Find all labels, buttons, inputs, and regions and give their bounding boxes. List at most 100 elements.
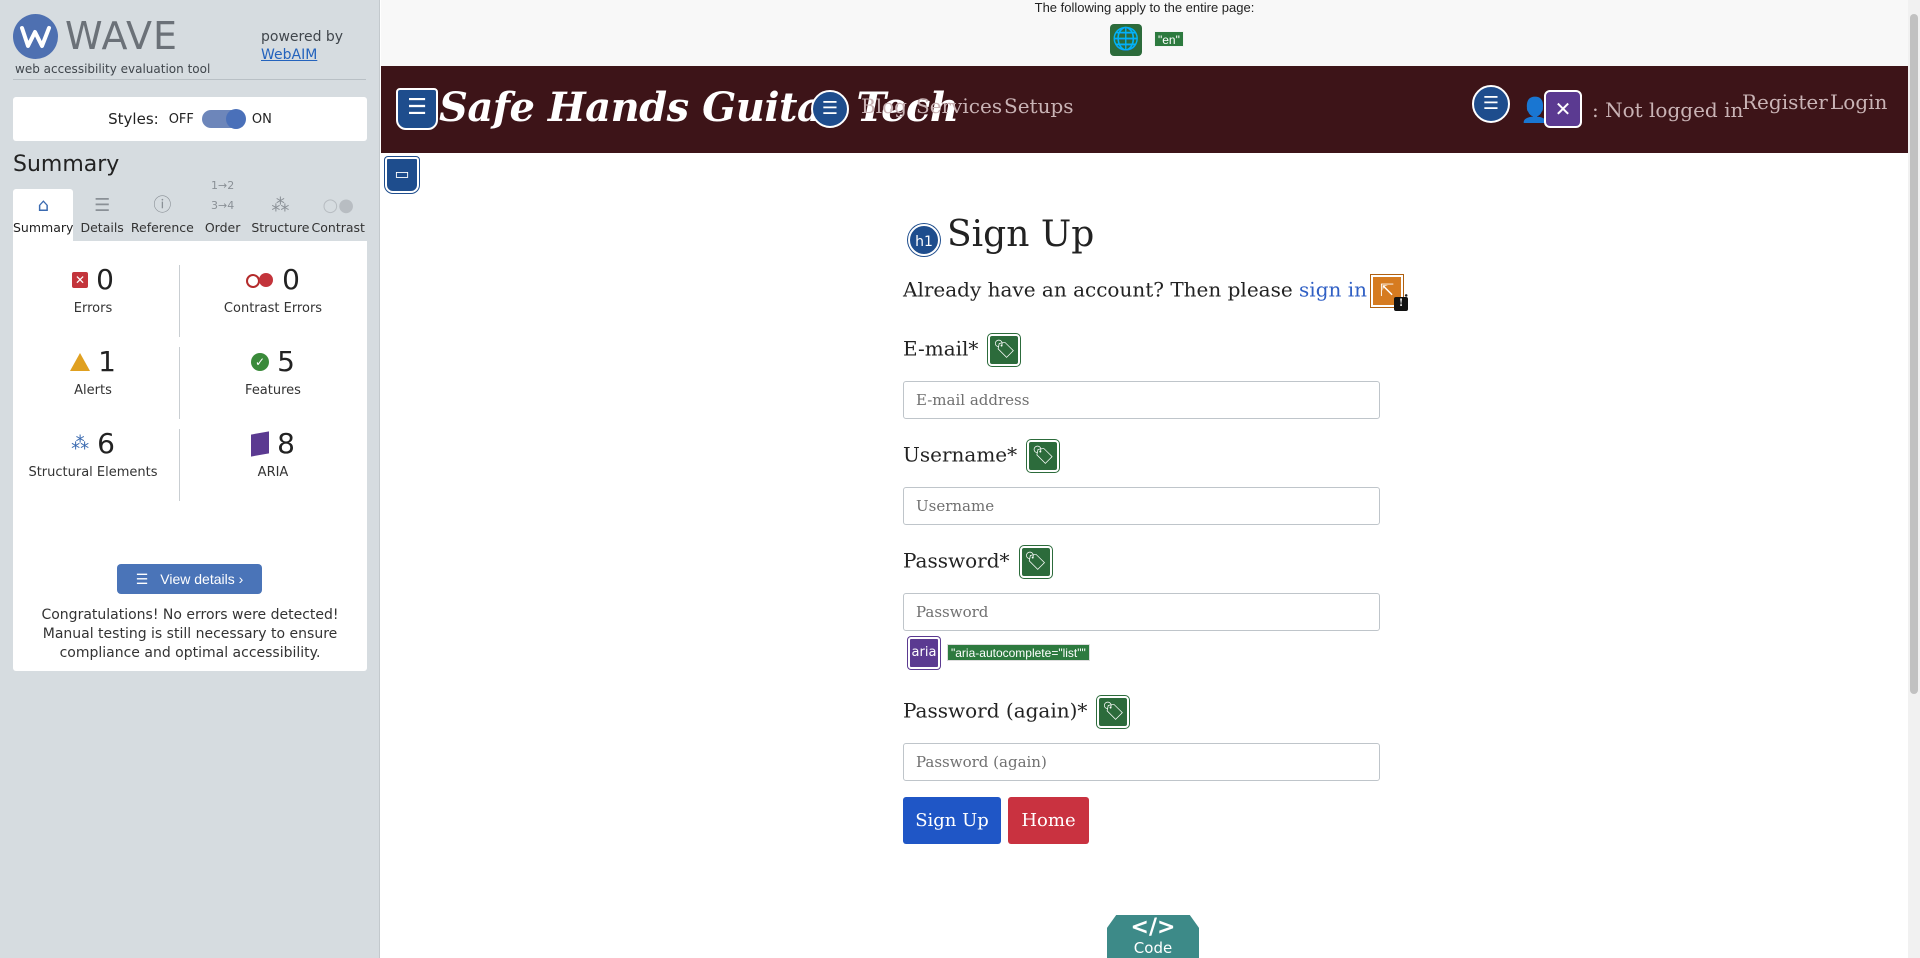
tab-label: Details [80,220,124,235]
stat-structural[interactable]: ⁂ 6 Structural Elements [13,425,173,505]
feature-check-icon: ✓ [251,353,270,371]
styles-toggle-box: Styles: OFF ON [13,97,367,141]
home-button[interactable]: Home [1008,797,1089,844]
structural-count: 6 [97,427,115,460]
nav-link-blog[interactable]: Blog [861,94,907,118]
page-notice-text: The following apply to the entire page: [1034,0,1255,15]
nav-link-setups[interactable]: Setups [1004,94,1074,118]
powered-by-label: powered by [261,29,344,45]
tab-label: Summary [13,220,74,235]
main-region-icon[interactable]: ▭ [385,157,419,193]
stat-alerts[interactable]: 1 Alerts [13,343,173,423]
page-title: Sign Up [947,214,1095,255]
powered-by: powered by WebAIM [261,28,343,64]
styles-on-label: ON [251,111,272,127]
language-tag: "en" [1154,31,1184,47]
signin-line: Already have an account? Then please sig… [903,275,1409,311]
signin-link[interactable]: sign in [1299,278,1367,302]
language-globe-icon[interactable]: 🌐 [1110,24,1142,56]
contrast-errors-label: Contrast Errors [223,301,323,316]
password-field[interactable] [903,593,1380,631]
nav-link-register[interactable]: Register [1742,90,1828,114]
tab-summary[interactable]: ⌂ Summary [13,189,74,241]
alert-icon [70,353,91,371]
username-label-row: Username* 🏷 [903,440,1060,472]
aria-count: 8 [277,427,295,460]
email-label-row: E-mail* 🏷 [903,334,1021,366]
list-icon: ☰ [94,195,111,216]
site-navbar: ☰ Safe Hands Guitar Tech ☰ Blog Services… [381,66,1908,153]
username-label: Username* [903,442,1018,467]
tab-label: Order [204,220,241,235]
home-icon: ⌂ [37,195,49,216]
contrast-icon: ○● [322,195,354,216]
features-count: 5 [277,345,295,378]
styles-off-label: OFF [168,111,194,127]
styles-toggle[interactable] [201,109,246,129]
aria-label: ARIA [257,465,289,480]
nav-link-login[interactable]: Login [1830,90,1887,114]
signup-button[interactable]: Sign Up [903,797,1001,844]
h1-badge[interactable]: h1 [908,224,940,256]
stat-divider [179,429,180,501]
wave-tabs: ⌂ Summary ☰ Details ⓘ Reference 1→2 3→4 O… [13,179,367,241]
tab-details[interactable]: ☰ Details [73,189,130,241]
stat-errors[interactable]: ✕ 0 Errors [13,261,173,341]
tab-label: Structure [251,220,310,235]
page-level-notices: The following apply to the entire page: … [381,0,1908,66]
aria-hidden-icon[interactable]: ✕ [1544,90,1582,128]
errors-label: Errors [73,301,113,316]
password2-label: Password (again)* [903,698,1088,723]
page-area: The following apply to the entire page: … [381,0,1908,958]
redundant-link-alert-icon[interactable]: ⇱ [1371,275,1409,311]
structure-icon: ⁂ [271,195,290,216]
view-details-button[interactable]: ☰ View details › [117,564,262,594]
tab-reference[interactable]: ⓘ Reference [131,189,194,241]
stat-features[interactable]: ✓ 5 Features [193,343,353,423]
summary-panel: ✕ 0 Errors 0 Contrast Errors 1 Alerts ✓ 5 … [13,241,367,671]
structural-label: Structural Elements [28,465,158,480]
styles-label: Styles: [108,110,159,128]
scrollbar-thumb[interactable] [1910,14,1918,694]
stat-aria[interactable]: 8 ARIA [193,425,353,505]
structure-icon: ⁂ [71,433,90,454]
label-tag-icon[interactable]: 🏷 [1027,440,1060,472]
label-tag-icon[interactable]: 🏷 [1019,546,1052,578]
header-landmark-icon[interactable]: ☰ [396,88,438,130]
list-icon[interactable]: ☰ [811,90,849,128]
features-label: Features [245,383,301,398]
info-icon: ⓘ [153,195,172,216]
stat-contrast-errors[interactable]: 0 Contrast Errors [193,261,353,341]
stat-divider [179,347,180,419]
tab-contrast[interactable]: ○● Contrast [310,189,367,241]
code-tab[interactable]: </> Code [1107,915,1199,958]
view-details-label: View details › [160,571,244,587]
tab-structure[interactable]: ⁂ Structure [251,189,309,241]
wave-logo-icon [13,14,58,59]
label-tag-icon[interactable]: 🏷 [988,334,1021,366]
alerts-count: 1 [98,345,116,378]
nav-link-services[interactable]: Services [916,94,1002,118]
tab-label: Reference [130,220,194,235]
email-label: E-mail* [903,336,979,361]
page-scrollbar[interactable] [1908,0,1920,958]
wave-logo-text: WAVE [65,14,179,58]
contrast-error-icon [246,273,274,288]
wave-sidebar: WAVE web accessibility evaluation tool p… [0,0,380,958]
password-again-field[interactable] [903,743,1380,781]
tab-order[interactable]: 1→2 3→4 Order [194,179,251,241]
tab-label: Contrast [311,220,365,235]
signin-prefix: Already have an account? Then please [903,277,1300,302]
username-field[interactable] [903,487,1380,525]
aria-icon [251,431,270,457]
password-label-row: Password* 🏷 [903,546,1052,578]
order-icon: 1→2 3→4 [210,179,235,212]
list-icon[interactable]: ☰ [1472,85,1510,123]
contrast-errors-count: 0 [282,263,300,296]
email-field[interactable] [903,381,1380,419]
webaim-link[interactable]: WebAIM [261,47,317,63]
label-tag-icon[interactable]: 🏷 [1097,696,1130,728]
wave-header: WAVE web accessibility evaluation tool p… [13,0,366,80]
aria-badge-icon[interactable]: aria [908,637,940,669]
code-icon: </> [1130,915,1176,940]
